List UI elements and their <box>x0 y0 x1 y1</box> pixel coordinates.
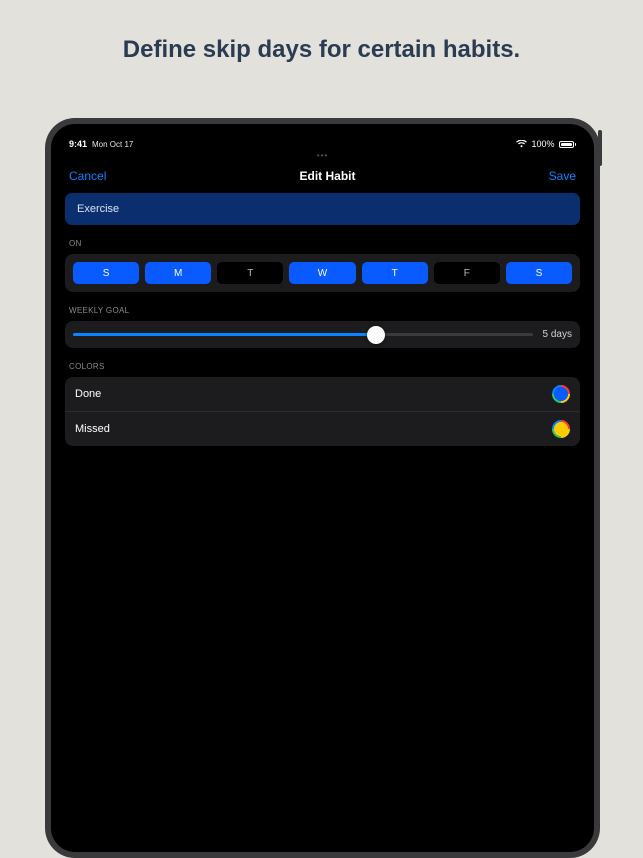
color-label-missed: Missed <box>75 423 110 435</box>
weekly-goal-slider[interactable] <box>73 333 533 336</box>
color-row-missed[interactable]: Missed <box>65 411 580 446</box>
day-toggle-tue[interactable]: T <box>217 262 283 284</box>
section-label-colors: COLORS <box>69 362 576 371</box>
battery-percent: 100% <box>531 139 554 149</box>
habit-name-input[interactable] <box>65 193 580 225</box>
day-toggle-wed[interactable]: W <box>289 262 355 284</box>
day-toggle-sun[interactable]: S <box>73 262 139 284</box>
color-swatch-missed[interactable] <box>552 420 570 438</box>
colors-panel: Done Missed <box>65 377 580 446</box>
slider-thumb-icon[interactable] <box>367 326 385 344</box>
day-toggle-mon[interactable]: M <box>145 262 211 284</box>
days-panel: S M T W T F S <box>65 254 580 292</box>
section-label-on: ON <box>69 239 576 248</box>
section-label-weekly-goal: WEEKLY GOAL <box>69 306 576 315</box>
color-swatch-done[interactable] <box>552 385 570 403</box>
status-time: 9:41 <box>69 139 87 149</box>
day-toggle-thu[interactable]: T <box>362 262 428 284</box>
device-frame: 9:41 Mon Oct 17 100% ••• Cancel Edit Hab… <box>45 118 600 858</box>
marketing-headline: Define skip days for certain habits. <box>0 0 643 64</box>
cancel-button[interactable]: Cancel <box>69 169 106 183</box>
save-button[interactable]: Save <box>549 169 576 183</box>
page-title: Edit Habit <box>300 169 356 183</box>
color-label-done: Done <box>75 388 101 400</box>
day-toggle-fri[interactable]: F <box>434 262 500 284</box>
day-toggle-sat[interactable]: S <box>506 262 572 284</box>
days-row: S M T W T F S <box>73 262 572 284</box>
battery-icon <box>559 141 577 148</box>
nav-bar: Cancel Edit Habit Save <box>55 159 590 191</box>
status-date: Mon Oct 17 <box>92 140 133 149</box>
weekly-goal-panel: 5 days <box>65 321 580 348</box>
screen: 9:41 Mon Oct 17 100% ••• Cancel Edit Hab… <box>51 124 594 852</box>
status-bar: 9:41 Mon Oct 17 100% <box>55 134 590 152</box>
wifi-icon <box>516 140 527 148</box>
weekly-goal-value: 5 days <box>543 329 572 340</box>
color-row-done[interactable]: Done <box>65 377 580 411</box>
